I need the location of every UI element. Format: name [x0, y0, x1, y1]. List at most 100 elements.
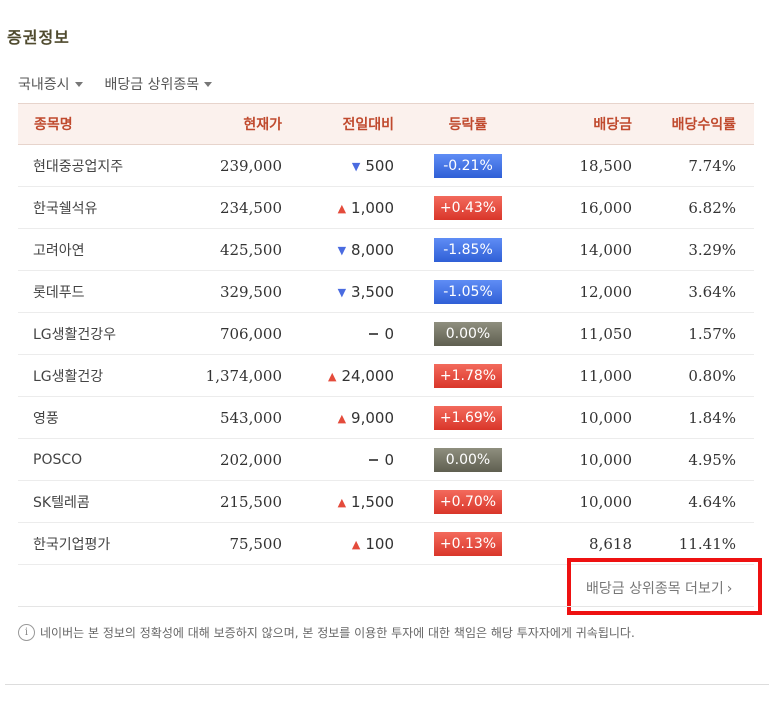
rate-cell: -1.05% — [412, 271, 524, 313]
price-change: ▲ 1,000 — [300, 187, 412, 229]
dividend-yield: 0.80% — [688, 366, 736, 385]
rate-cell: -0.21% — [412, 145, 524, 187]
header-change: 전일대비 — [300, 103, 412, 145]
tab-label: 국내증시 — [18, 77, 70, 93]
current-price: 75,500 — [229, 534, 283, 553]
table-row[interactable]: 영풍 543,000 ▲ 9,000 +1.69% 10,000 1.84% — [18, 397, 754, 439]
table-row[interactable]: 한국쉘석유 234,500 ▲ 1,000 +0.43% 16,000 6.82% — [18, 187, 754, 229]
dividend-yield: 4.64% — [688, 492, 736, 511]
rate-badge: -1.85% — [434, 237, 502, 262]
dividend-yield: 1.57% — [688, 324, 736, 343]
dividend-yield: 7.74% — [688, 156, 736, 175]
more-dividend-stocks-link[interactable]: 배당금 상위종목 더보기 › — [586, 578, 732, 598]
caret-down-icon — [204, 81, 213, 87]
change-value: 0 — [384, 324, 394, 343]
stock-name[interactable]: 현대중공업지주 — [18, 145, 178, 187]
dividend: 10,000 — [579, 450, 633, 469]
price-change: ▼ 500 — [300, 145, 412, 187]
rate-badge: +1.69% — [434, 405, 502, 430]
header-rate: 등락률 — [412, 103, 524, 145]
dividend: 18,500 — [579, 156, 633, 175]
stock-name[interactable]: 영풍 — [18, 397, 178, 439]
tab-bar: 국내증시 배당금 상위종목 — [18, 74, 213, 94]
up-triangle-icon: ▲ — [328, 369, 337, 383]
rate-badge: +0.13% — [434, 531, 502, 556]
down-triangle-icon: ▼ — [337, 285, 347, 299]
current-price: 215,500 — [219, 492, 282, 511]
change-value: 1,500 — [351, 492, 394, 511]
dividend: 14,000 — [579, 240, 633, 259]
current-price: 202,000 — [219, 450, 282, 469]
table-body: 현대중공업지주 239,000 ▼ 500 -0.21% 18,500 7.74% 한국쉘석유… — [18, 145, 754, 565]
rate-cell: 0.00% — [412, 439, 524, 481]
current-price: 1,374,000 — [205, 366, 282, 385]
rate-cell: +0.70% — [412, 481, 524, 523]
dividend-yield: 6.82% — [688, 198, 736, 217]
price-change: 0 — [300, 313, 412, 355]
divider — [18, 606, 754, 607]
header-yield: 배당수익률 — [650, 103, 754, 145]
rate-cell: 0.00% — [412, 313, 524, 355]
dividend: 10,000 — [579, 408, 633, 427]
change-value: 500 — [365, 156, 394, 175]
tab-label: 배당금 상위종목 — [104, 77, 200, 93]
stock-name[interactable]: 한국쉘석유 — [18, 187, 178, 229]
rate-badge: -1.05% — [434, 279, 502, 304]
stock-name[interactable]: 한국기업평가 — [18, 523, 178, 565]
up-triangle-icon: ▲ — [337, 411, 347, 425]
table-row[interactable]: LG생활건강 1,374,000 ▲ 24,000 +1.78% 11,000 0.80% — [18, 355, 754, 397]
up-triangle-icon: ▲ — [351, 537, 361, 551]
price-change: ▲ 24,000 — [300, 355, 412, 397]
table-row[interactable]: 고려아연 425,500 ▼ 8,000 -1.85% 14,000 3.29% — [18, 229, 754, 271]
change-value: 24,000 — [341, 366, 395, 385]
rate-badge: +1.78% — [434, 363, 502, 388]
stock-name[interactable]: LG생활건강우 — [18, 313, 178, 355]
current-price: 234,500 — [219, 198, 282, 217]
dividend: 11,050 — [579, 324, 633, 343]
up-triangle-icon: ▲ — [337, 495, 347, 509]
chevron-right-icon: › — [726, 581, 733, 597]
info-icon: i — [18, 624, 35, 641]
stock-name[interactable]: LG생활건강 — [18, 355, 178, 397]
rate-cell: +0.43% — [412, 187, 524, 229]
price-change: ▲ 1,500 — [300, 481, 412, 523]
up-triangle-icon: ▲ — [337, 201, 347, 215]
stock-name[interactable]: 고려아연 — [18, 229, 178, 271]
stock-name[interactable]: POSCO — [18, 439, 178, 481]
bottom-divider — [5, 684, 769, 685]
header-stock-name: 종목명 — [18, 103, 178, 145]
stock-name[interactable]: SK텔레콤 — [18, 481, 178, 523]
tab-top-dividend[interactable]: 배당금 상위종목 — [105, 74, 213, 94]
table-row[interactable]: 현대중공업지주 239,000 ▼ 500 -0.21% 18,500 7.74% — [18, 145, 754, 187]
dividend: 16,000 — [579, 198, 633, 217]
rate-badge: +0.70% — [434, 489, 502, 514]
disclaimer-notice: i 네이버는 본 정보의 정확성에 대해 보증하지 않으며, 본 정보를 이용한… — [18, 624, 635, 641]
more-link-label: 배당금 상위종목 더보기 — [586, 581, 724, 597]
change-value: 1,000 — [351, 198, 394, 217]
price-change: ▼ 3,500 — [300, 271, 412, 313]
rate-cell: +1.69% — [412, 397, 524, 439]
change-value: 0 — [384, 450, 394, 469]
table-row[interactable]: SK텔레콤 215,500 ▲ 1,500 +0.70% 10,000 4.64% — [18, 481, 754, 523]
flat-dash-icon — [369, 459, 379, 461]
flat-dash-icon — [369, 333, 379, 335]
dividend-yield: 4.95% — [688, 450, 736, 469]
change-value: 8,000 — [351, 240, 394, 259]
table-row[interactable]: LG생활건강우 706,000 0 0.00% 11,050 1.57% — [18, 313, 754, 355]
dividend-stock-table: 종목명 현재가 전일대비 등락률 배당금 배당수익률 현대중공업지주 239,00… — [18, 103, 754, 565]
rate-badge: -0.21% — [434, 153, 502, 178]
table-row[interactable]: 롯데푸드 329,500 ▼ 3,500 -1.05% 12,000 3.64% — [18, 271, 754, 313]
stock-name[interactable]: 롯데푸드 — [18, 271, 178, 313]
change-value: 9,000 — [351, 408, 394, 427]
dividend: 10,000 — [579, 492, 633, 511]
table-row[interactable]: POSCO 202,000 0 0.00% 10,000 4.95% — [18, 439, 754, 481]
table-header-row: 종목명 현재가 전일대비 등락률 배당금 배당수익률 — [18, 103, 754, 145]
change-value: 3,500 — [351, 282, 394, 301]
rate-cell: -1.85% — [412, 229, 524, 271]
price-change: ▲ 100 — [300, 523, 412, 565]
disclaimer-text: 네이버는 본 정보의 정확성에 대해 보증하지 않으며, 본 정보를 이용한 투… — [40, 626, 635, 640]
current-price: 239,000 — [219, 156, 282, 175]
caret-down-icon — [74, 81, 83, 87]
tab-domestic-market[interactable]: 국내증시 — [18, 74, 83, 94]
dividend-yield: 3.29% — [688, 240, 736, 259]
